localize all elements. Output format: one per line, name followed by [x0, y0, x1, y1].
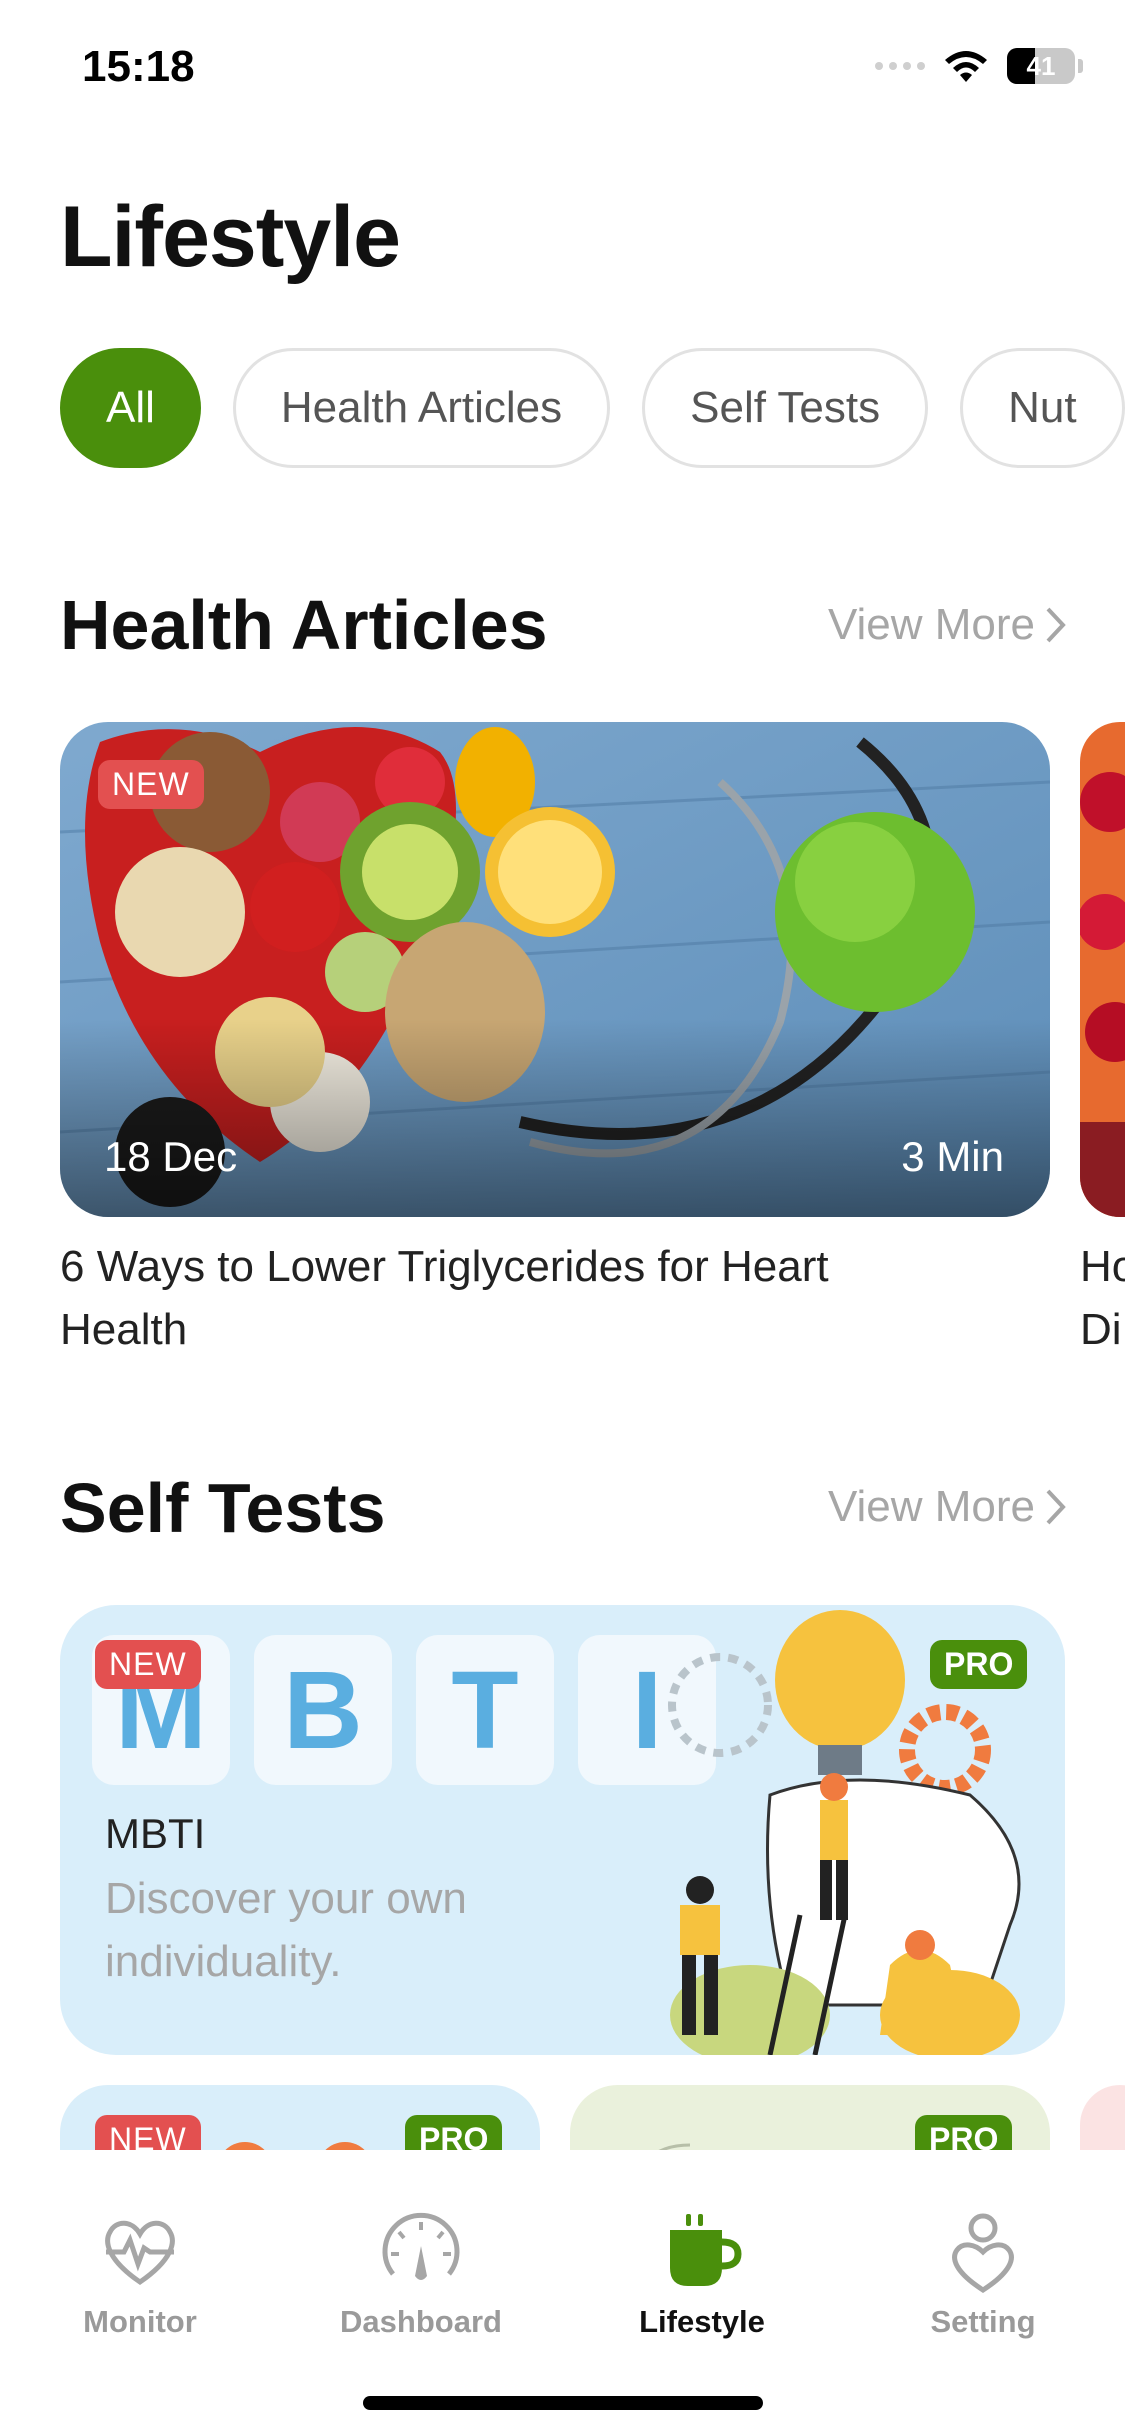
page-title: Lifestyle [60, 189, 401, 285]
heart-pulse-icon [105, 2220, 175, 2286]
nav-label: Dashboard [340, 2304, 502, 2339]
next-article-image [1080, 722, 1125, 1217]
wifi-icon [945, 51, 987, 82]
gauge-icon [382, 2212, 460, 2280]
cellular-signal-icon [875, 62, 925, 70]
chip-nutrition[interactable]: Nut [960, 348, 1125, 468]
article-read-time: 3 Min [901, 1133, 1004, 1180]
chevron-right-icon [1046, 1489, 1066, 1525]
category-filter-chips: All Health Articles Self Tests Nut [60, 348, 1125, 468]
view-more-label: View More [827, 1482, 1035, 1531]
status-bar: 15:18 41 [0, 0, 1125, 130]
test-description: Discover your own individuality. [105, 1874, 467, 1986]
battery-cap [1078, 59, 1083, 73]
battery-icon: 41 [1007, 48, 1075, 84]
nav-label: Monitor [83, 2304, 197, 2339]
home-indicator [363, 2396, 763, 2410]
new-badge: NEW [98, 760, 204, 809]
nav-monitor[interactable]: Monitor [20, 2210, 260, 2340]
test-name: MBTI [105, 1810, 206, 1857]
bottom-navigation: Monitor Dashboard Lifestyle Setting [0, 2150, 1125, 2436]
new-badge: NEW [95, 1640, 201, 1689]
letter-tile: B [254, 1635, 392, 1785]
nav-dashboard[interactable]: Dashboard [301, 2210, 541, 2340]
self-tests-view-more[interactable]: View More [828, 1482, 1067, 1532]
view-more-label: View More [827, 600, 1035, 649]
nav-setting[interactable]: Setting [863, 2210, 1103, 2340]
chip-health-articles[interactable]: Health Articles [232, 348, 611, 468]
mbti-illustration [668, 1610, 1021, 2055]
chip-self-tests[interactable]: Self Tests [642, 348, 929, 468]
next-article-title[interactable]: Ho Di [1080, 1235, 1125, 1361]
article-card[interactable]: NEW 18 Dec 3 Min [60, 722, 1050, 1217]
health-articles-view-more[interactable]: View More [828, 600, 1067, 650]
chevron-right-icon [1046, 607, 1066, 643]
health-articles-heading: Health Articles [60, 586, 548, 664]
mbti-test-card[interactable]: M B T I NEW PRO MBTI Discover your own i… [60, 1605, 1065, 2055]
coffee-cup-icon [670, 2214, 742, 2286]
article-title[interactable]: 6 Ways to Lower Triglycerides for Heart … [60, 1235, 960, 1361]
nav-lifestyle[interactable]: Lifestyle [582, 2210, 822, 2340]
status-icons: 41 [875, 48, 1083, 84]
next-article-card[interactable] [1080, 722, 1125, 1217]
article-date: 18 Dec [104, 1133, 238, 1180]
letter-tile: T [416, 1635, 554, 1785]
person-icon [952, 2213, 1014, 2293]
self-tests-heading: Self Tests [60, 1469, 386, 1547]
status-time: 15:18 [82, 42, 195, 91]
nav-label: Lifestyle [639, 2304, 765, 2339]
battery-level: 41 [1026, 50, 1056, 81]
chip-all[interactable]: All [60, 348, 201, 468]
nav-label: Setting [930, 2304, 1036, 2339]
